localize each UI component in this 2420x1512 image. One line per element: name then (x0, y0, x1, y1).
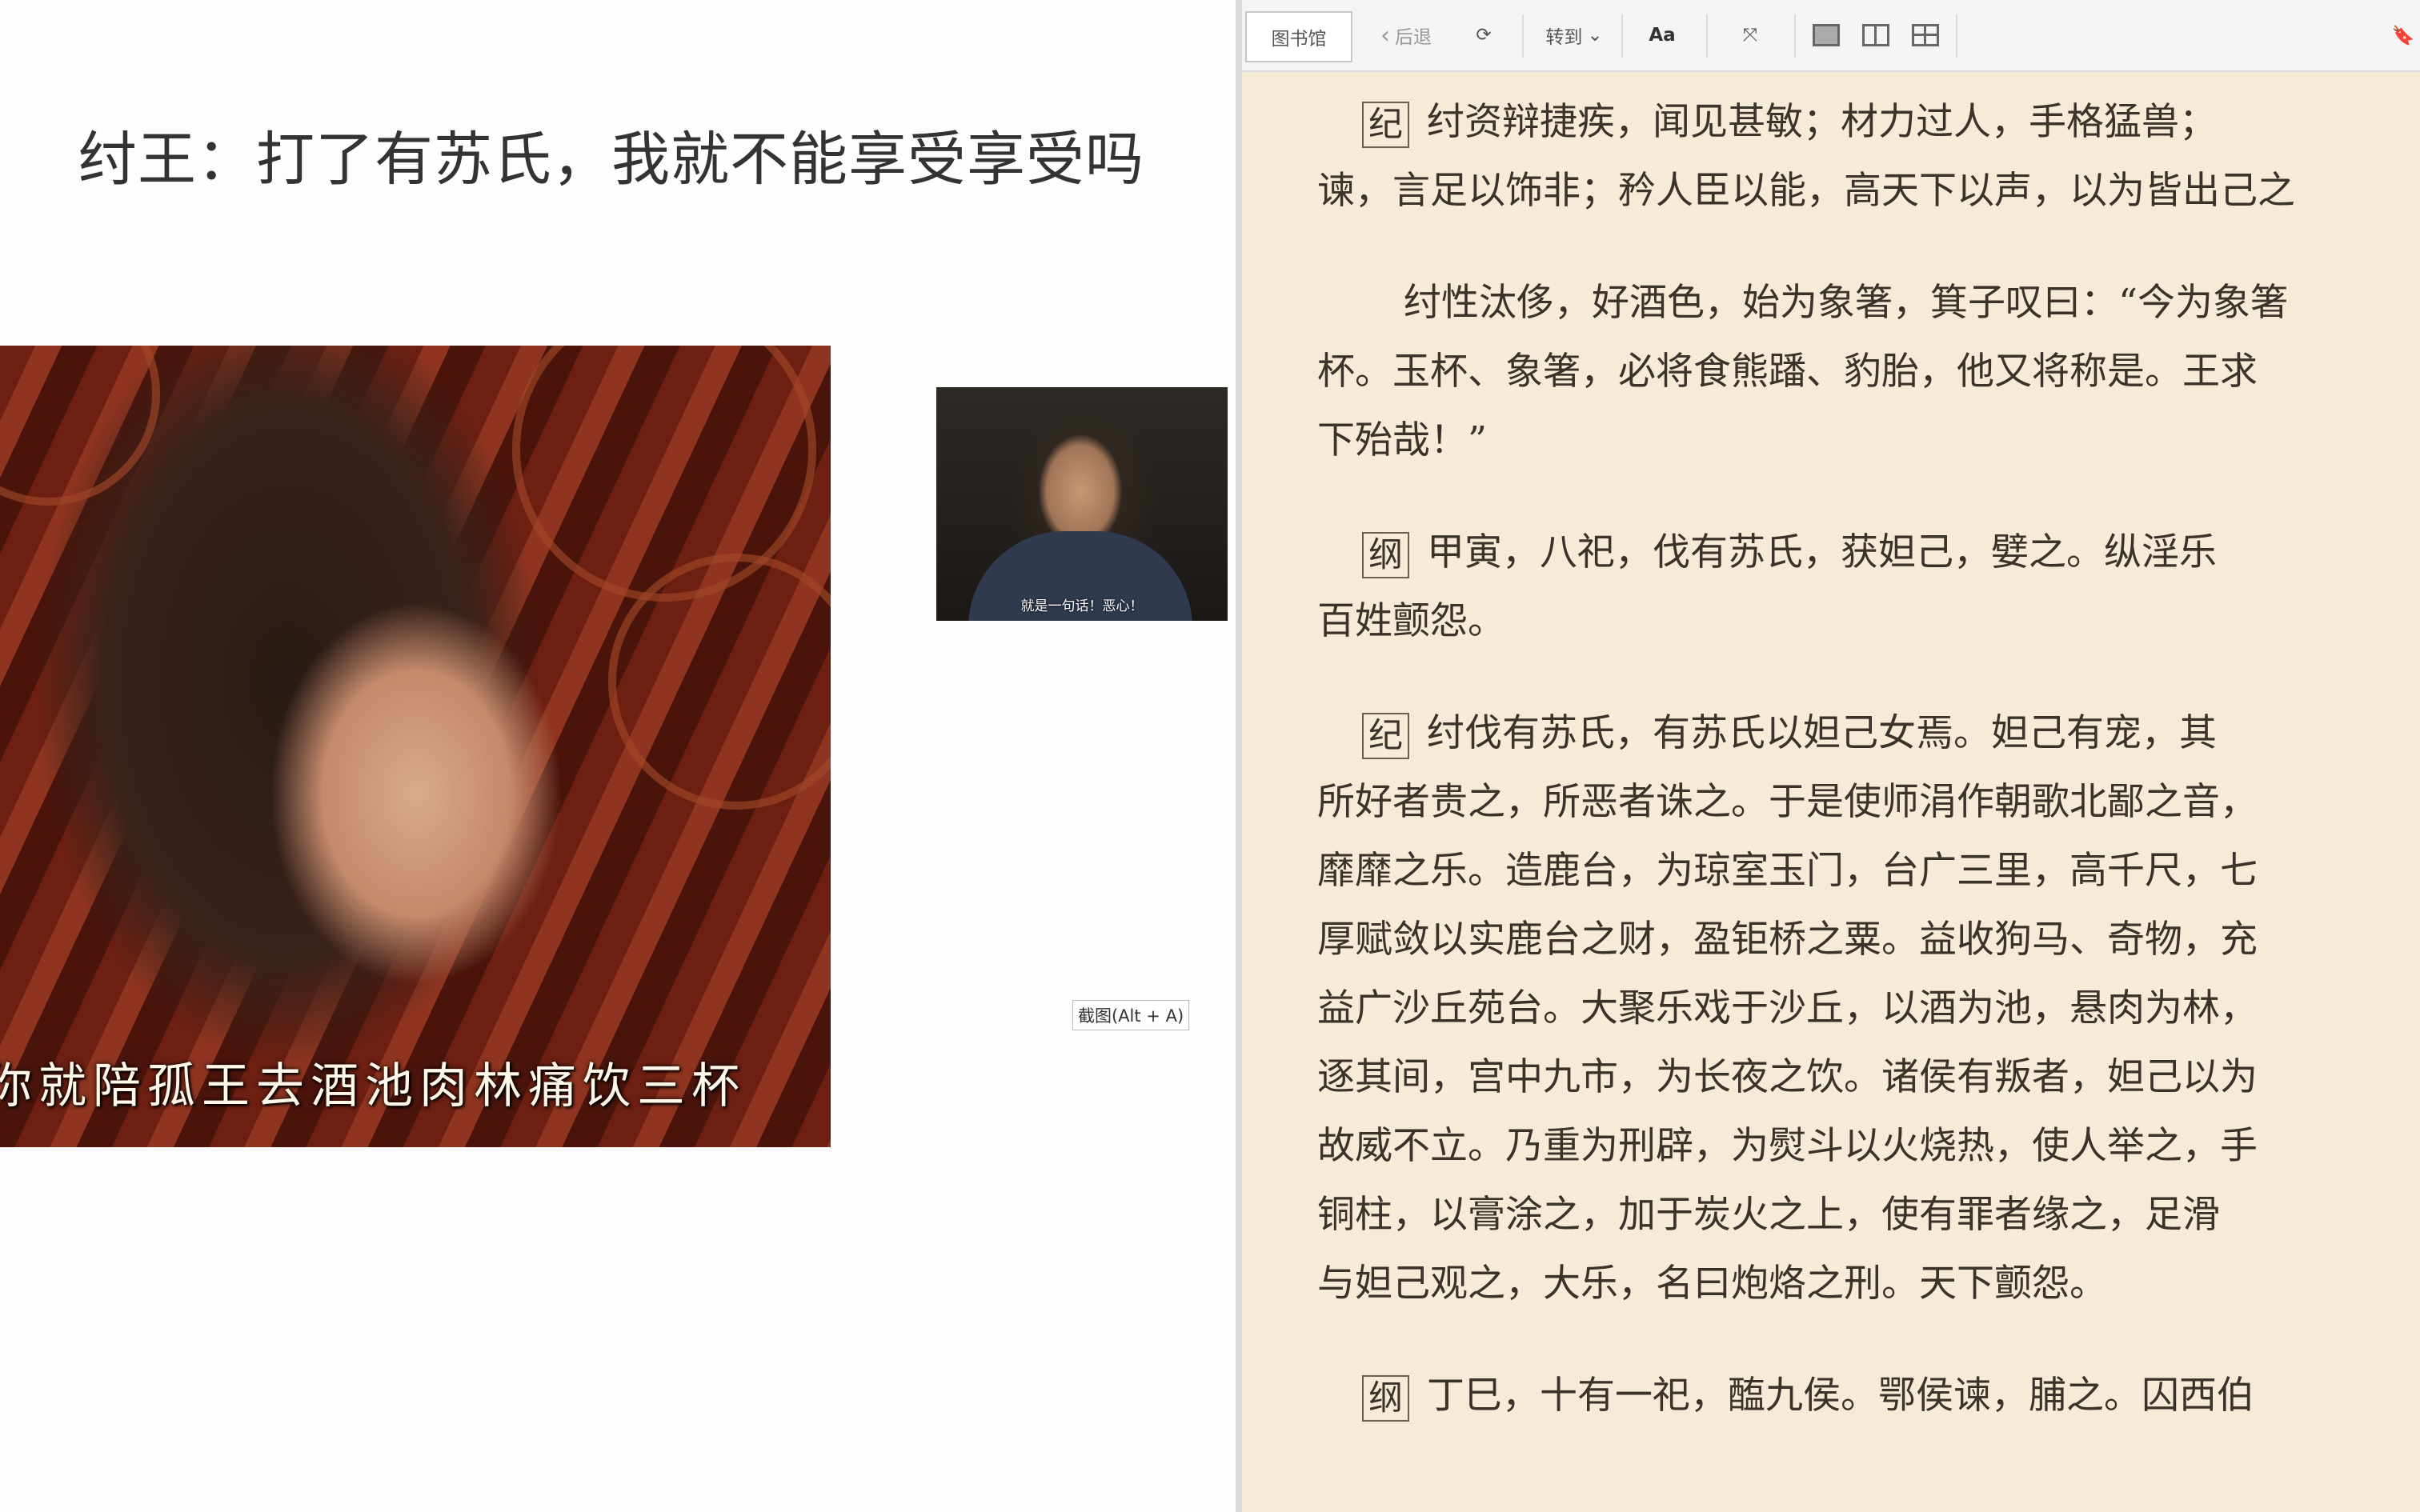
line-text: 谏，言足以饰非；矜人臣以能，高天下以声，以为皆出己之 (1317, 169, 2295, 213)
pane-divider[interactable] (1236, 0, 1242, 1512)
text-line: 厚赋敛以实鹿台之财，盈钜桥之粟。益收狗马、奇物，充 (1317, 906, 2420, 974)
text-paragraph: 纲丁巳，十有一祀，醢九侯。鄂侯谏，脯之。囚西伯 (1317, 1362, 2420, 1430)
toolbar-separator (1706, 14, 1708, 58)
section-tag: 纲 (1362, 532, 1409, 578)
single-page-icon (1813, 24, 1840, 46)
toolbar-separator (1794, 14, 1796, 58)
toolbar-separator (1522, 14, 1524, 58)
double-page-icon (1862, 24, 1889, 46)
line-text: 杯。玉杯、象箸，必将食熊蹯、豹胎，他又将称是。王求 (1317, 350, 2258, 394)
grid-layout-button[interactable] (1901, 0, 1949, 70)
line-text: 逐其间，宫中九市，为长夜之饮。诸侯有叛者，妲己以为 (1317, 1055, 2258, 1099)
double-page-layout-button[interactable] (1852, 0, 1900, 70)
section-tag: 纲 (1362, 1375, 1409, 1422)
small-image-caption: 就是一句话！恶心！ (1020, 598, 1144, 614)
text-line: 谏，言足以饰非；矜人臣以能，高天下以声，以为皆出己之 (1317, 157, 2420, 226)
line-text: 纣伐有苏氏，有苏氏以妲己女焉。妲己有宠，其 (1427, 711, 2217, 755)
ebook-reader: 图书馆 ‹ 后退 ⟳ 转到 ⌄ Aa ⤧ 🔖 纪 纣资辩捷疾，闻见甚敏；材力过人… (1242, 0, 2420, 1512)
single-page-layout-button[interactable] (1802, 0, 1850, 70)
refresh-button[interactable]: ⟳ (1452, 0, 1516, 70)
text-paragraph: 纣性汰侈，好酒色，始为象箸，箕子叹曰：“今为象箸杯。玉杯、象箸，必将食熊蹯、豹胎… (1317, 269, 2420, 475)
line-text: 纣性汰侈，好酒色，始为象箸，箕子叹曰：“今为象箸 (1404, 281, 2289, 325)
drama-still-small: 就是一句话！恶心！ (936, 387, 1228, 621)
grid-layout-icon (1912, 24, 1939, 46)
text-line: 逐其间，宫中九市，为长夜之饮。诸侯有叛者，妲己以为 (1317, 1043, 2420, 1112)
bookmark-icon: 🔖 (2391, 25, 2415, 46)
text-line: 纪纣伐有苏氏，有苏氏以妲己女焉。妲己有宠，其 (1317, 699, 2420, 768)
text-paragraph: 纪纣资辩捷疾，闻见甚敏；材力过人，手格猛兽； 谏，言足以饰非；矜人臣以能，高天下以… (1317, 88, 2420, 226)
text-line: 所好者贵之，所恶者诛之。于是使师涓作朝歌北鄙之音， (1317, 768, 2420, 837)
text-paragraph: 纲甲寅，八祀，伐有苏氏，获妲己，嬖之。纵淫乐百姓颤怨。 (1317, 518, 2420, 656)
back-button[interactable]: ‹ 后退 (1362, 0, 1450, 70)
screenshot-tooltip: 截图(Alt + A) (1072, 1000, 1190, 1030)
text-line: 下殆哉！” (1317, 406, 2420, 475)
text-line: 故威不立。乃重为刑辟，为熨斗以火烧热，使人举之，手 (1317, 1112, 2420, 1181)
line-text: 甲寅，八祀，伐有苏氏，获妲己，嬖之。纵淫乐 (1427, 530, 2217, 574)
text-line: 纣性汰侈，好酒色，始为象箸，箕子叹曰：“今为象箸 (1317, 269, 2420, 338)
drama-still-main: 你就陪孤王去酒池肉林痛饮三杯 (0, 346, 831, 1147)
text-line: 靡靡之乐。造鹿台，为琼室玉门，台广三里，高千尺，七 (1317, 837, 2420, 906)
chevron-down-icon: ⌄ (1587, 25, 1603, 46)
text-paragraph: 纪纣伐有苏氏，有苏氏以妲己女焉。妲己有宠，其所好者贵之，所恶者诛之。于是使师涓作… (1317, 699, 2420, 1318)
slide-title: 纣王：打了有苏氏，我就不能享受享受吗 (78, 126, 1144, 194)
text-line: 纲甲寅，八祀，伐有苏氏，获妲己，嬖之。纵淫乐 (1317, 518, 2420, 587)
book-text: 纪纣资辩捷疾，闻见甚敏；材力过人，手格猛兽； 谏，言足以饰非；矜人臣以能，高天下以… (1317, 88, 2420, 1474)
line-text: 铜柱，以膏涂之，加于炭火之上，使有罪者缘之，足滑 (1317, 1193, 2220, 1237)
line-text: 靡靡之乐。造鹿台，为琼室玉门，台广三里，高千尺，七 (1317, 849, 2258, 893)
font-settings-button[interactable]: Aa (1626, 0, 1698, 70)
line-text: 丁巳，十有一祀，醢九侯。鄂侯谏，脯之。囚西伯 (1427, 1374, 2254, 1418)
line-text: 与妲己观之，大乐，名曰炮烙之刑。天下颤怨。 (1317, 1262, 2107, 1306)
bookmark-button[interactable]: 🔖 (2386, 0, 2420, 70)
fullscreen-button[interactable]: ⤧ (1714, 0, 1786, 70)
line-text: 纣资辩捷疾，闻见甚敏；材力过人，手格猛兽； (1427, 100, 2217, 144)
line-text: 百姓颤怨。 (1317, 599, 1505, 643)
section-tag: 纪 (1362, 102, 1409, 148)
slide-pane: 纣王：打了有苏氏，我就不能享受享受吗 你就陪孤王去酒池肉林痛饮三杯 就是一句话！… (0, 0, 1236, 1512)
text-line: 杯。玉杯、象箸，必将食熊蹯、豹胎，他又将称是。王求 (1317, 338, 2420, 406)
toolbar-separator (1956, 14, 1957, 58)
chevron-left-icon: ‹ (1380, 21, 1390, 50)
text-line: 与妲己观之，大乐，名曰炮烙之刑。天下颤怨。 (1317, 1250, 2420, 1318)
line-text: 厚赋敛以实鹿台之财，盈钜桥之粟。益收狗马、奇物，充 (1317, 918, 2258, 962)
text-line: 纪纣资辩捷疾，闻见甚敏；材力过人，手格猛兽； (1317, 88, 2420, 157)
fullscreen-icon: ⤧ (1742, 25, 1758, 46)
text-line: 百姓颤怨。 (1317, 587, 2420, 656)
back-label: 后退 (1395, 27, 1432, 48)
text-line: 铜柱，以膏涂之，加于炭火之上，使有罪者缘之，足滑 (1317, 1181, 2420, 1250)
text-line: 纲丁巳，十有一祀，醢九侯。鄂侯谏，脯之。囚西伯 (1317, 1362, 2420, 1430)
line-text: 故威不立。乃重为刑辟，为熨斗以火烧热，使人举之，手 (1317, 1124, 2258, 1168)
main-image-caption: 你就陪孤王去酒池肉林痛饮三杯 (0, 1058, 746, 1114)
refresh-icon: ⟳ (1476, 25, 1492, 46)
reader-toolbar: 图书馆 ‹ 后退 ⟳ 转到 ⌄ Aa ⤧ 🔖 (1242, 0, 2420, 72)
goto-label: 转到 (1545, 27, 1583, 48)
line-text: 所好者贵之，所恶者诛之。于是使师涓作朝歌北鄙之音， (1317, 780, 2258, 824)
goto-button[interactable]: 转到 ⌄ (1530, 0, 1618, 70)
line-text: 下殆哉！” (1317, 418, 1488, 462)
text-line: 益广沙丘苑台。大聚乐戏于沙丘，以酒为池，悬肉为林， (1317, 974, 2420, 1043)
library-button[interactable]: 图书馆 (1245, 11, 1352, 62)
section-tag: 纪 (1362, 713, 1409, 759)
background-ornament (0, 346, 160, 506)
toolbar-separator (1621, 14, 1623, 58)
line-text: 益广沙丘苑台。大聚乐戏于沙丘，以酒为池，悬肉为林， (1317, 986, 2258, 1030)
